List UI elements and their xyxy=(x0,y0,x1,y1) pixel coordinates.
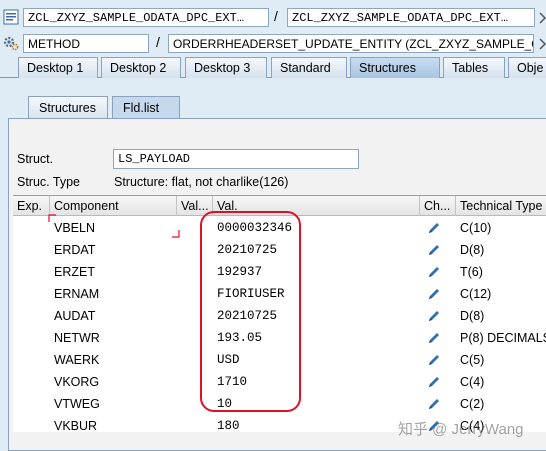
component-cell[interactable]: VTWEG xyxy=(50,393,177,415)
edit-pencil-icon[interactable] xyxy=(426,286,442,302)
value-cell[interactable]: 192937 xyxy=(213,261,420,283)
component-cell[interactable]: VKORG xyxy=(50,371,177,393)
table-row[interactable]: NETWR 193.05 P(8) DECIMALS xyxy=(13,327,546,349)
technical-type-cell: C(2) xyxy=(460,397,485,411)
value-cell[interactable]: 10 xyxy=(213,393,420,415)
component-cell[interactable]: AUDAT xyxy=(50,305,177,327)
edit-pencil-icon[interactable] xyxy=(426,330,442,346)
technical-type-cell: T(6) xyxy=(460,265,483,279)
method-name-field[interactable]: ORDERRHEADERSET_UPDATE_ENTITY (ZCL_ZXYZ_… xyxy=(168,34,534,53)
component-cell[interactable]: ERDAT xyxy=(50,239,177,261)
technical-type-cell: D(8) xyxy=(460,309,485,323)
method-breadcrumb: METHOD / ORDERRHEADERSET_UPDATE_ENTITY (… xyxy=(0,32,546,54)
value-cell[interactable]: 20210725 xyxy=(213,239,420,261)
value-cell[interactable]: 20210725 xyxy=(213,305,420,327)
class-name-field[interactable]: ZCL_ZXYZ_SAMPLE_ODATA_DPC_EXT… xyxy=(23,8,269,27)
edit-pencil-icon[interactable] xyxy=(426,220,442,236)
structures-panel: Structures Fld.list Struct. LS_PAYLOAD S… xyxy=(8,96,546,451)
column-header-exp[interactable]: Exp. xyxy=(13,196,50,216)
technical-type-cell: C(12) xyxy=(460,287,492,301)
breadcrumb-separator: / xyxy=(274,8,278,24)
tab-objects[interactable]: Obje xyxy=(508,57,546,78)
tab-desktop-3[interactable]: Desktop 3 xyxy=(185,57,267,78)
table-row[interactable]: ERDAT 20210725 D(8) xyxy=(13,239,546,261)
table-row[interactable]: ERNAM FIORIUSER C(12) xyxy=(13,283,546,305)
edit-pencil-icon[interactable] xyxy=(426,374,442,390)
table-row[interactable]: VTWEG 10 C(2) xyxy=(13,393,546,415)
table-row[interactable]: ERZET 192937 T(6) xyxy=(13,261,546,283)
component-grid: Exp. Component Val... Val. Ch... Technic… xyxy=(13,195,546,433)
column-header-value[interactable]: Val. xyxy=(213,196,420,216)
object-list-icon[interactable] xyxy=(3,9,19,25)
table-row[interactable]: VBELN 0000032346 C(10) xyxy=(13,217,546,239)
debugger-tab-bar: Desktop 1 Desktop 2 Desktop 3 Standard S… xyxy=(0,56,546,78)
technical-type-cell: C(4) xyxy=(460,375,485,389)
component-cell[interactable]: WAERK xyxy=(50,349,177,371)
struct-label: Struct. xyxy=(17,152,54,166)
tab-structures[interactable]: Structures xyxy=(350,57,440,78)
subtab-structures[interactable]: Structures xyxy=(28,96,108,118)
component-cell[interactable]: VBELN xyxy=(50,217,177,239)
technical-type-cell: P(8) DECIMALS xyxy=(460,331,546,345)
edit-pencil-icon[interactable] xyxy=(426,242,442,258)
grid-header: Exp. Component Val... Val. Ch... Technic… xyxy=(13,196,546,216)
chevron-right-icon[interactable] xyxy=(538,36,546,52)
edit-pencil-icon[interactable] xyxy=(426,352,442,368)
table-row[interactable]: WAERK USD C(5) xyxy=(13,349,546,371)
class-name-field-2[interactable]: ZCL_ZXYZ_SAMPLE_ODATA_DPC_EXT… xyxy=(287,8,535,27)
column-header-change[interactable]: Ch... xyxy=(420,196,456,216)
column-header-val-short[interactable]: Val... xyxy=(177,196,213,216)
value-cell[interactable]: FIORIUSER xyxy=(213,283,420,305)
tab-tables[interactable]: Tables xyxy=(443,57,505,78)
column-header-technical-type[interactable]: Technical Type xyxy=(456,196,546,216)
field-list-pane: Struct. LS_PAYLOAD Struc. Type Structure… xyxy=(8,118,546,451)
object-type-field[interactable]: METHOD xyxy=(23,34,149,53)
tab-desktop-2[interactable]: Desktop 2 xyxy=(101,57,181,78)
struct-name-input[interactable]: LS_PAYLOAD xyxy=(113,149,359,169)
component-cell[interactable]: NETWR xyxy=(50,327,177,349)
tab-desktop-1[interactable]: Desktop 1 xyxy=(18,57,98,78)
technical-type-cell: C(10) xyxy=(460,221,492,235)
value-cell[interactable]: USD xyxy=(213,349,420,371)
edit-pencil-icon[interactable] xyxy=(426,308,442,324)
tab-standard[interactable]: Standard xyxy=(271,57,347,78)
struct-type-value: Structure: flat, not charlike(126) xyxy=(114,175,289,189)
edit-pencil-icon[interactable] xyxy=(426,396,442,412)
component-cell[interactable]: VKBUR xyxy=(50,415,177,437)
value-cell[interactable]: 1710 xyxy=(213,371,420,393)
watermark-text: 知乎 @ JerryWang xyxy=(398,421,524,438)
value-cell[interactable]: 0000032346 xyxy=(213,217,420,239)
settings-gear-icon[interactable] xyxy=(3,35,19,51)
subtab-field-list[interactable]: Fld.list xyxy=(112,96,180,118)
chevron-right-icon[interactable] xyxy=(538,10,546,26)
object-breadcrumb: ZCL_ZXYZ_SAMPLE_ODATA_DPC_EXT… / ZCL_ZXY… xyxy=(0,6,546,28)
technical-type-cell: C(5) xyxy=(460,353,485,367)
technical-type-cell: D(8) xyxy=(460,243,485,257)
column-header-component[interactable]: Component xyxy=(50,196,177,216)
value-cell[interactable]: 180 xyxy=(213,415,420,437)
edit-pencil-icon[interactable] xyxy=(426,264,442,280)
struct-type-label: Struc. Type xyxy=(17,175,80,189)
value-cell[interactable]: 193.05 xyxy=(213,327,420,349)
table-row[interactable]: VKORG 1710 C(4) xyxy=(13,371,546,393)
breadcrumb-separator: / xyxy=(156,34,160,50)
table-row[interactable]: AUDAT 20210725 D(8) xyxy=(13,305,546,327)
component-cell[interactable]: ERZET xyxy=(50,261,177,283)
component-cell[interactable]: ERNAM xyxy=(50,283,177,305)
